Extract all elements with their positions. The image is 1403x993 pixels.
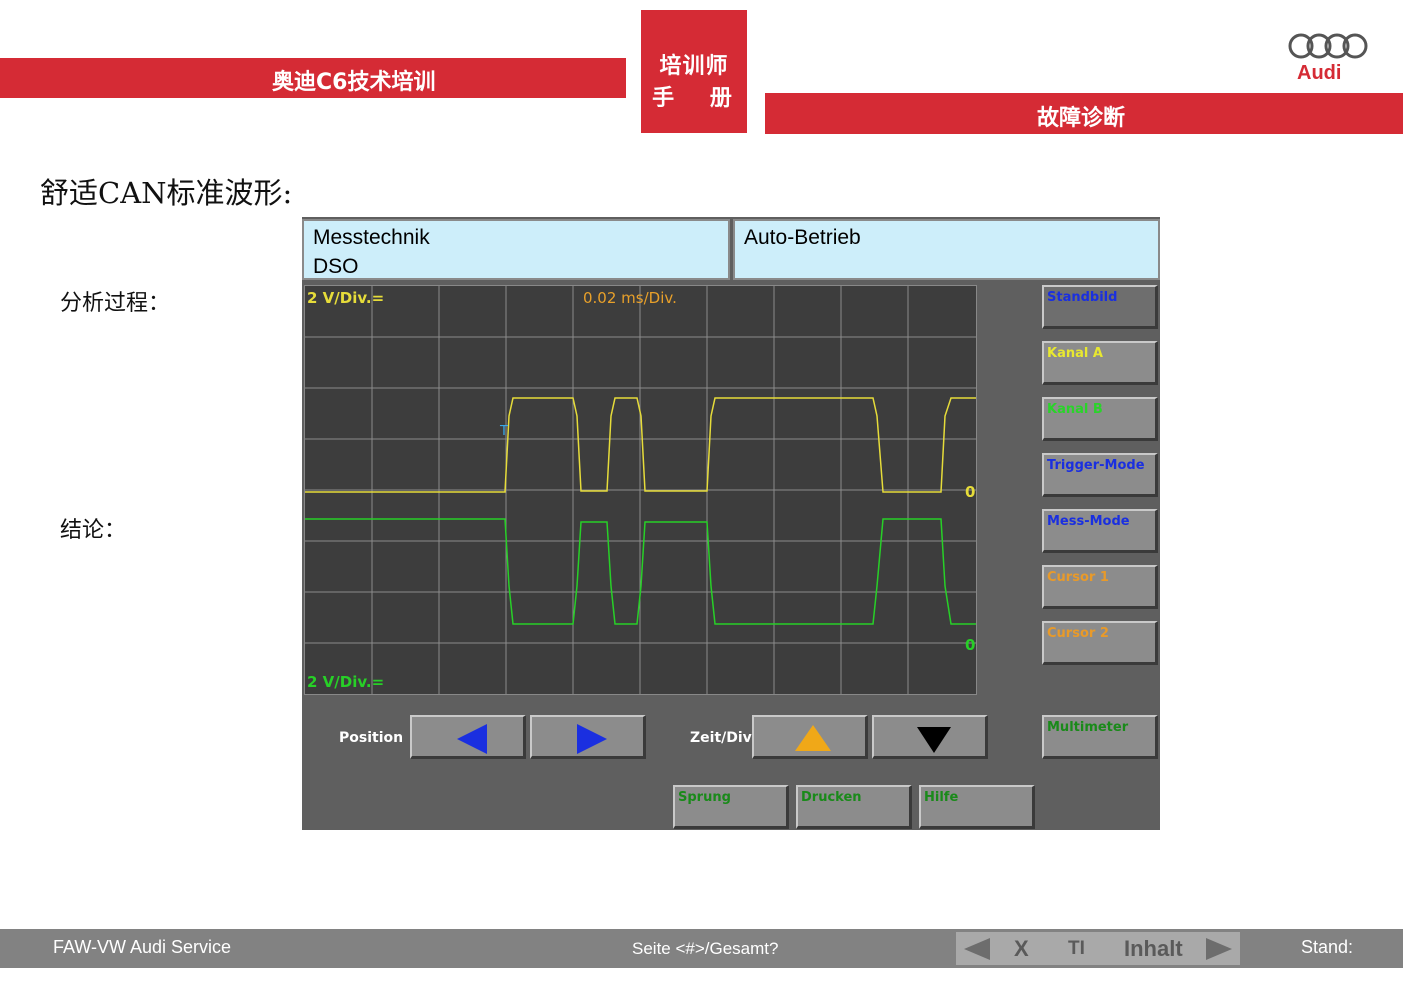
badge-line-1: 培训师 (659, 54, 729, 79)
freeze-frame-button[interactable]: Standbild (1042, 285, 1158, 329)
contents-button[interactable]: Inhalt (1124, 936, 1183, 962)
position-left-button[interactable] (410, 715, 526, 759)
measure-mode-button[interactable]: Mess-Mode (1042, 509, 1158, 553)
page-counter: Seite <#>/Gesamt? (632, 939, 779, 958)
button-label: Sprung (678, 790, 731, 805)
close-nav-button[interactable]: X (1014, 936, 1029, 962)
print-button[interactable]: Drucken (796, 785, 912, 829)
next-arrow-icon[interactable] (1204, 936, 1234, 962)
button-label: Standbild (1047, 290, 1118, 305)
help-button[interactable]: Hilfe (919, 785, 1035, 829)
audi-logo: Audi (1287, 32, 1369, 88)
time-increase-button[interactable] (752, 715, 868, 759)
button-label: Hilfe (924, 790, 959, 805)
button-label: Drucken (801, 790, 862, 805)
button-label: Trigger-Mode (1047, 458, 1145, 473)
oscilloscope-display: 2 V/Div.= 0.02 ms/Div. T 0 0 2 V/Div.= (304, 285, 977, 695)
cursor-2-button[interactable]: Cursor 2 (1042, 621, 1158, 665)
arrow-right-icon (577, 724, 607, 754)
oscilloscope-waveforms (305, 286, 976, 694)
slide-navigation: X TI Inhalt (956, 932, 1240, 965)
nav-t-button[interactable]: TI (1068, 938, 1085, 960)
stand-label: Stand: (1301, 937, 1354, 957)
audi-rings-icon (1288, 33, 1368, 59)
previous-arrow-icon[interactable] (962, 936, 992, 962)
cursor-1-button[interactable]: Cursor 1 (1042, 565, 1158, 609)
arrow-up-icon (795, 725, 831, 751)
function-label: DSO (313, 255, 359, 278)
page-title: 舒适CAN标准波形: (40, 176, 293, 210)
audi-wordmark: Audi (1297, 62, 1342, 84)
badge-line-2: 手 册 (652, 86, 746, 111)
channel-a-button[interactable]: Kanal A (1042, 341, 1158, 385)
footer-service-name: FAW-VW Audi Service (53, 937, 232, 957)
button-label: Cursor 2 (1047, 626, 1109, 641)
position-right-button[interactable] (530, 715, 646, 759)
trigger-mode-button[interactable]: Trigger-Mode (1042, 453, 1158, 497)
diagnostic-tester-screen: Messtechnik DSO Auto-Betrieb 2 V/Div.= 0… (302, 217, 1160, 830)
button-label: Cursor 1 (1047, 570, 1109, 585)
conclusion-label: 结论： (60, 518, 127, 543)
time-base-readout: 0.02 ms/Div. (583, 289, 677, 307)
button-label: Multimeter (1047, 720, 1129, 735)
header-bar-left: 奥迪C6技术培训 (0, 58, 626, 98)
channel-a-scale: 2 V/Div.= (307, 289, 385, 307)
section-title: 故障诊断 (1037, 106, 1126, 131)
channel-b-scale: 2 V/Div.= (307, 673, 385, 691)
analysis-label: 分析过程： (60, 291, 171, 316)
mode-info-box: Messtechnik DSO (302, 219, 730, 280)
header-bar-right: 故障诊断 (765, 93, 1403, 134)
multimeter-button[interactable]: Multimeter (1042, 715, 1158, 759)
course-title: 奥迪C6技术培训 (272, 70, 436, 95)
footer-bar: FAW-VW Audi Service Seite <#>/Gesamt? X … (0, 929, 1403, 968)
time-decrease-button[interactable] (872, 715, 988, 759)
operation-label: Auto-Betrieb (744, 226, 861, 249)
channel-b-zero-marker: 0 (965, 636, 976, 654)
operation-info-box: Auto-Betrieb (733, 219, 1160, 280)
jump-button[interactable]: Sprung (673, 785, 789, 829)
position-label: Position (339, 730, 404, 746)
time-div-label: Zeit/Div. (690, 730, 756, 746)
button-label: Kanal A (1047, 346, 1103, 361)
mode-label: Messtechnik (313, 226, 430, 249)
manual-badge: 培训师 手 册 (641, 10, 747, 133)
arrow-down-icon (917, 727, 951, 753)
arrow-left-icon (457, 724, 487, 754)
button-label: Mess-Mode (1047, 514, 1130, 529)
button-label: Kanal B (1047, 402, 1103, 417)
channel-b-button[interactable]: Kanal B (1042, 397, 1158, 441)
channel-a-zero-marker: 0 (965, 483, 976, 501)
trigger-marker: T (500, 424, 508, 439)
